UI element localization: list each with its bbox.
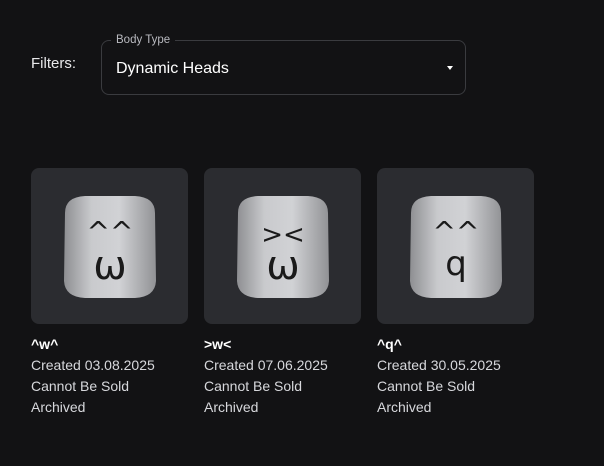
item-thumbnail[interactable]: ^^ ω: [31, 168, 188, 324]
item-card[interactable]: ^^ ω ^w^ Created 03.08.2025 Cannot Be So…: [31, 168, 188, 418]
item-grid: ^^ ω ^w^ Created 03.08.2025 Cannot Be So…: [31, 168, 534, 418]
body-type-legend: Body Type: [111, 33, 176, 47]
face-mouth: ω: [266, 243, 300, 289]
item-thumbnail[interactable]: ^^ q: [377, 168, 534, 324]
item-created-date: Created 07.06.2025: [204, 357, 328, 373]
item-name[interactable]: >w<: [204, 336, 361, 353]
item-archive-status: Archived: [31, 399, 86, 415]
face-mouth: ω: [93, 243, 127, 289]
item-thumbnail[interactable]: >< ω: [204, 168, 361, 324]
page: Filters: Body Type Dynamic Heads ^^ ω ^w…: [0, 0, 604, 466]
item-sale-status: Cannot Be Sold: [377, 378, 476, 394]
item-name[interactable]: ^w^: [31, 336, 188, 353]
item-archive-status: Archived: [204, 399, 259, 415]
item-card[interactable]: >< ω >w< Created 07.06.2025 Cannot Be So…: [204, 168, 361, 418]
face-mouth: q: [445, 244, 467, 284]
item-created-date: Created 30.05.2025: [377, 357, 501, 373]
item-archive-status: Archived: [377, 399, 432, 415]
item-created-date: Created 03.08.2025: [31, 357, 155, 373]
body-type-value: Dynamic Heads: [116, 60, 229, 77]
caret-down-icon: [447, 66, 453, 70]
head-icon: ^^ ω: [63, 196, 156, 298]
head-icon: >< ω: [236, 196, 329, 298]
item-sale-status: Cannot Be Sold: [31, 378, 130, 394]
filters-label: Filters:: [31, 55, 76, 72]
item-card[interactable]: ^^ q ^q^ Created 30.05.2025 Cannot Be So…: [377, 168, 534, 418]
item-sale-status: Cannot Be Sold: [204, 378, 303, 394]
head-icon: ^^ q: [409, 196, 502, 298]
body-type-select[interactable]: Body Type Dynamic Heads: [101, 33, 466, 95]
item-name[interactable]: ^q^: [377, 336, 534, 353]
